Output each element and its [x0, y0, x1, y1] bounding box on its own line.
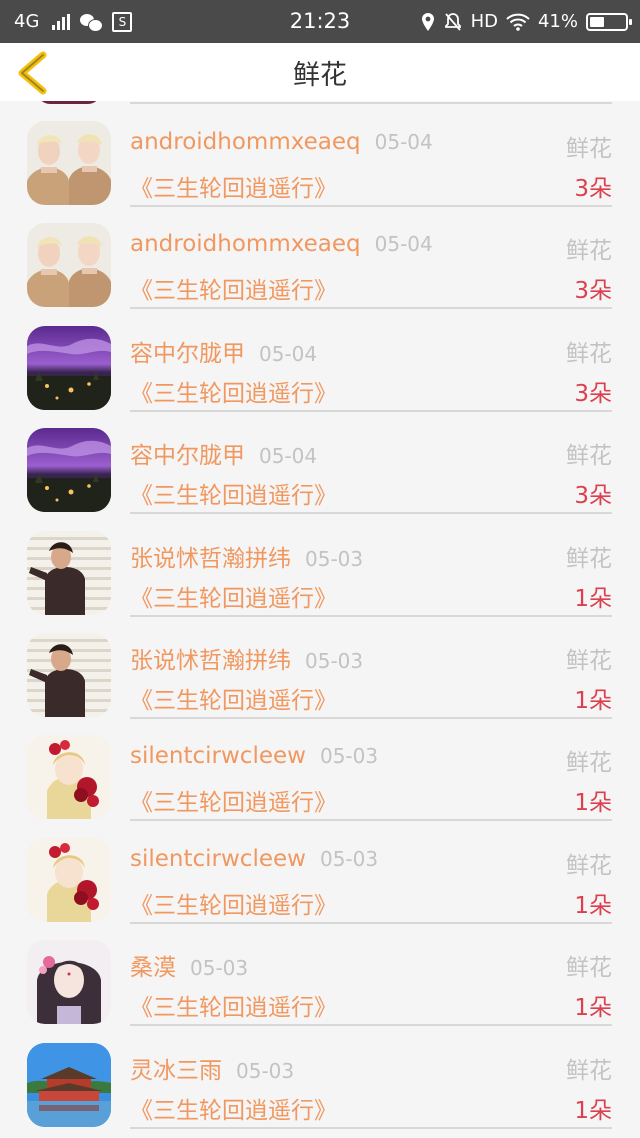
gift-category: 鲜花: [566, 136, 612, 162]
gift-category: 鲜花: [566, 955, 612, 982]
book-title[interactable]: 《三生轮回逍遥行》: [130, 988, 337, 1022]
avatar[interactable]: [27, 428, 111, 512]
sender-name-text: silentcirwcleew: [130, 743, 306, 770]
gift-category: 鲜花: [566, 1057, 612, 1084]
status-bar: 4G S 21:23 HD 41%: [0, 0, 640, 43]
gift-category: 鲜花: [566, 238, 612, 265]
avatar[interactable]: [27, 121, 111, 205]
book-title[interactable]: 《三生轮回逍遥行》: [130, 169, 337, 203]
sender-name: 张说怵哲瀚拼纬 05-03: [130, 539, 363, 573]
avatar[interactable]: [27, 735, 111, 819]
wifi-icon: [506, 13, 530, 31]
list-item[interactable]: silentcirwcleew 05-03 鲜花《三生轮回逍遥行》 1朵: [0, 818, 640, 924]
gift-date: 05-03: [319, 846, 379, 871]
avatar[interactable]: [27, 940, 111, 1024]
sender-name: silentcirwcleew 05-03: [130, 743, 378, 769]
list-item[interactable]: 容中尔胧甲 05-04 鲜花《三生轮回逍遥行》 3朵: [0, 408, 640, 515]
battery-fill: [590, 16, 604, 27]
avatar[interactable]: [27, 326, 111, 410]
avatar[interactable]: [27, 1043, 111, 1127]
flower-count: 3朵: [574, 483, 612, 510]
location-icon: [421, 12, 434, 31]
sender-name: silentcirwcleew 05-03: [130, 846, 378, 872]
sender-name-text: androidhommxeaeq: [130, 231, 361, 258]
gift-category: 鲜花: [566, 750, 612, 777]
book-title[interactable]: 《三生轮回逍遥行》: [130, 579, 337, 613]
flower-gift-list: androidhommxeaeq 05-04 鲜花 《三生轮回逍遥行》 3朵 androi…: [0, 101, 640, 1138]
sender-name-text: 桑漠: [130, 955, 176, 982]
book-title[interactable]: 《三生轮回逍遥行》: [130, 681, 337, 715]
flower-count: 3朵: [574, 380, 612, 407]
gift-date: 05-03: [319, 744, 379, 769]
sender-name-text: 容中尔胧甲: [130, 443, 245, 470]
flower-count: 1朵: [574, 790, 612, 817]
list-item[interactable]: 桑漠 05-03 鲜花《三生轮回逍遥行》 1朵: [0, 920, 640, 1027]
flower-count: 1朵: [574, 892, 612, 919]
battery-percent: 41%: [537, 11, 578, 32]
gift-date: 05-04: [259, 444, 318, 469]
avatar[interactable]: [27, 223, 111, 307]
navigation-header: 鲜花: [0, 43, 640, 101]
sender-name: androidhommxeaeq 05-04: [130, 231, 433, 257]
book-title[interactable]: 《三生轮回逍遥行》: [130, 783, 337, 817]
list-item[interactable]: 张说怵哲瀚拼纬 05-03 鲜花《三生轮回逍遥行》 1朵: [0, 511, 640, 617]
list-item[interactable]: androidhommxeaeq 05-04 鲜花《三生轮回逍遥行》 3朵: [0, 101, 640, 207]
sender-name: androidhommxeaeq 05-04: [130, 129, 433, 155]
flower-count: 1朵: [574, 688, 612, 714]
book-title[interactable]: 《三生轮回逍遥行》: [130, 374, 337, 408]
list-item[interactable]: silentcirwcleew 05-03 鲜花《三生轮回逍遥行》 1朵: [0, 715, 640, 822]
page-title: 鲜花: [293, 60, 347, 91]
gift-category: 鲜花: [566, 852, 612, 879]
sender-name-text: 灵冰三雨: [130, 1057, 222, 1084]
gift-date: 05-04: [259, 341, 318, 366]
book-title[interactable]: 《三生轮回逍遥行》: [130, 271, 337, 305]
sender-name-text: 张说怵哲瀚拼纬: [130, 545, 291, 572]
flower-count: 1朵: [574, 995, 612, 1022]
avatar[interactable]: [27, 633, 111, 717]
list-item[interactable]: 容中尔胧甲 05-04 鲜花《三生轮回逍遥行》 3朵: [0, 306, 640, 412]
book-title[interactable]: 《三生轮回逍遥行》: [130, 886, 337, 920]
sender-name: 灵冰三雨 05-03: [130, 1051, 294, 1085]
sender-name: 桑漠 05-03: [130, 948, 248, 982]
sender-name-text: androidhommxeaeq: [130, 129, 361, 155]
row-divider: [130, 1126, 612, 1129]
sender-name: 容中尔胧甲 05-04: [130, 436, 317, 470]
gift-date: 05-04: [374, 130, 433, 154]
gift-date: 05-03: [305, 546, 364, 571]
gift-date: 05-03: [190, 956, 249, 981]
gift-category: 鲜花: [566, 340, 612, 367]
gift-date: 05-03: [236, 1058, 295, 1083]
list-item[interactable]: 灵冰三雨 05-03 鲜花《三生轮回逍遥行》 1朵: [0, 1023, 640, 1129]
sender-name-text: silentcirwcleew: [130, 845, 306, 872]
flower-count: 1朵: [574, 585, 612, 612]
sender-name: 容中尔胧甲 05-04: [130, 334, 317, 368]
avatar[interactable]: [27, 838, 111, 922]
book-title[interactable]: 《三生轮回逍遥行》: [130, 476, 337, 510]
flower-count: 3朵: [574, 176, 612, 202]
list-item[interactable]: 张说怵哲瀚拼纬 05-03 鲜花《三生轮回逍遥行》 1朵: [0, 613, 640, 719]
gift-category: 鲜花: [566, 443, 612, 470]
hd-label: HD: [470, 11, 498, 32]
sender-name-text: 容中尔胧甲: [130, 340, 245, 367]
gift-category: 鲜花: [566, 648, 612, 674]
battery-icon: [586, 12, 632, 31]
avatar[interactable]: [27, 531, 111, 615]
flower-count: 1朵: [574, 1097, 612, 1124]
mute-bell-icon: [444, 12, 461, 31]
list-item[interactable]: androidhommxeaeq 05-04 鲜花《三生轮回逍遥行》 3朵: [0, 203, 640, 310]
gift-category: 鲜花: [566, 545, 612, 572]
sender-name-text: 张说怵哲瀚拼纬: [130, 648, 291, 674]
flower-count: 3朵: [574, 278, 612, 305]
sender-name: 张说怵哲瀚拼纬 05-03: [130, 641, 363, 675]
book-title[interactable]: 《三生轮回逍遥行》: [130, 1091, 337, 1125]
status-right: HD 41%: [421, 0, 632, 43]
gift-date: 05-03: [305, 649, 364, 673]
gift-date: 05-04: [374, 232, 433, 257]
